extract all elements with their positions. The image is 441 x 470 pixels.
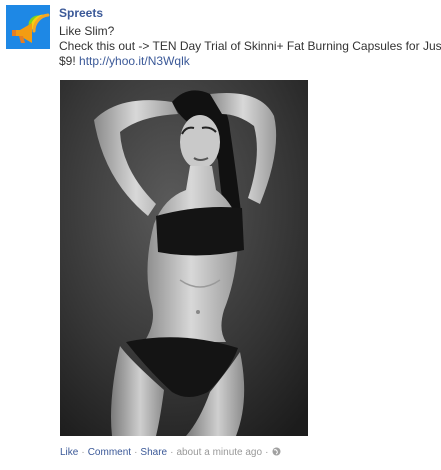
message-line-3: $9! http://yhoo.it/N3Wqlk xyxy=(59,54,437,69)
story-actions: Like · Comment · Share · about a minute ago · xyxy=(60,447,281,458)
globe-icon[interactable] xyxy=(272,447,281,456)
action-separator: · xyxy=(134,447,138,458)
share-link[interactable]: Share xyxy=(140,447,167,458)
author-name-link[interactable]: Spreets xyxy=(59,6,103,20)
post-photo[interactable] xyxy=(60,80,308,436)
message-line-3-prefix: $9! xyxy=(59,54,80,68)
post-message: Like Slim? Check this out -> TEN Day Tri… xyxy=(59,24,441,69)
message-link[interactable]: http://yhoo.it/N3Wqlk xyxy=(79,54,190,68)
page-avatar[interactable] xyxy=(6,5,50,49)
action-separator: · xyxy=(265,447,269,458)
message-line-1: Like Slim? xyxy=(59,24,115,38)
like-link[interactable]: Like xyxy=(60,447,78,458)
comment-link[interactable]: Comment xyxy=(88,447,131,458)
photo-image xyxy=(60,80,308,436)
action-separator: · xyxy=(81,447,85,458)
timestamp-link[interactable]: about a minute ago xyxy=(176,447,262,458)
feed-story: Spreets Like Slim? Check this out -> TEN… xyxy=(0,0,441,470)
message-line-2: Check this out -> TEN Day Trial of Skinn… xyxy=(59,39,441,53)
megaphone-logo-icon xyxy=(6,5,50,49)
